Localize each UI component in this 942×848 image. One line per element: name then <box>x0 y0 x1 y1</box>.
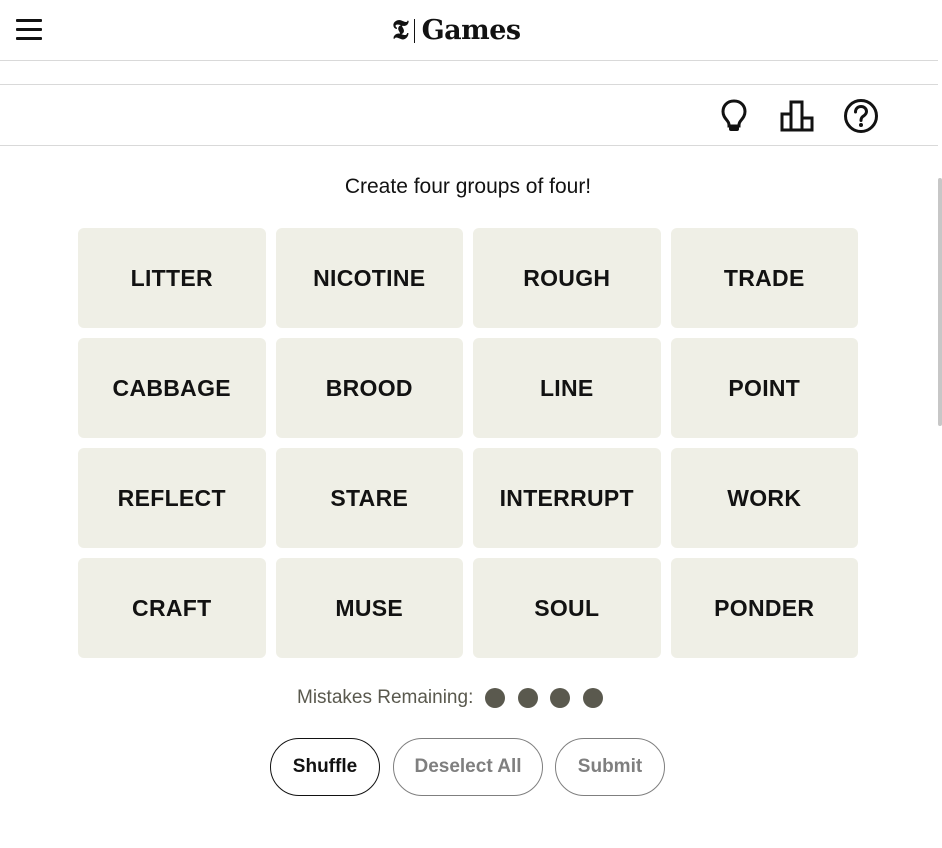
lightbulb-icon[interactable] <box>714 97 754 135</box>
submit-button[interactable]: Submit <box>555 738 665 796</box>
mistakes-label: Mistakes Remaining: <box>297 687 474 708</box>
help-icon[interactable] <box>841 97 881 135</box>
top-header: 𝕿 Games <box>0 0 938 61</box>
word-tile[interactable]: MUSE <box>275 558 463 658</box>
brand-divider <box>413 19 415 43</box>
scrollbar-track[interactable] <box>938 0 942 848</box>
word-tile[interactable]: PONDER <box>670 558 858 658</box>
brand[interactable]: 𝕿 Games <box>392 15 521 47</box>
word-tile[interactable]: CABBAGE <box>78 338 266 438</box>
game-instructions: Create four groups of four! <box>344 175 592 198</box>
banner-strip <box>0 61 938 85</box>
mistake-dot <box>550 688 571 708</box>
word-tile[interactable]: LINE <box>473 338 661 438</box>
word-tile[interactable]: NICOTINE <box>275 228 463 328</box>
mistake-dot <box>485 688 506 708</box>
shuffle-button[interactable]: Shuffle <box>270 738 380 796</box>
word-tile[interactable]: STARE <box>275 448 463 548</box>
deselect-all-button[interactable]: Deselect All <box>393 738 543 796</box>
word-tile[interactable]: BROOD <box>275 338 463 438</box>
word-tile[interactable]: INTERRUPT <box>473 448 661 548</box>
word-tile[interactable]: TRADE <box>670 228 858 328</box>
game-toolbar <box>0 85 938 146</box>
word-tile[interactable]: REFLECT <box>78 448 266 548</box>
word-tile[interactable]: SOUL <box>473 558 661 658</box>
word-grid: LITTER NICOTINE ROUGH TRADE CABBAGE BROO… <box>78 228 858 658</box>
menu-icon[interactable] <box>16 18 42 42</box>
word-tile[interactable]: CRAFT <box>78 558 266 658</box>
brand-name: Games <box>421 15 522 46</box>
word-tile[interactable]: WORK <box>670 448 858 548</box>
mistakes-remaining: Mistakes Remaining: <box>297 683 615 713</box>
word-tile[interactable]: ROUGH <box>473 228 661 328</box>
word-tile[interactable]: LITTER <box>78 228 266 328</box>
scrollbar-thumb[interactable] <box>938 178 942 426</box>
nyt-logo: 𝕿 <box>392 15 409 46</box>
leaderboard-icon[interactable] <box>778 97 818 135</box>
mistake-dot <box>517 688 538 708</box>
mistake-dot <box>582 688 603 708</box>
word-tile[interactable]: POINT <box>670 338 858 438</box>
